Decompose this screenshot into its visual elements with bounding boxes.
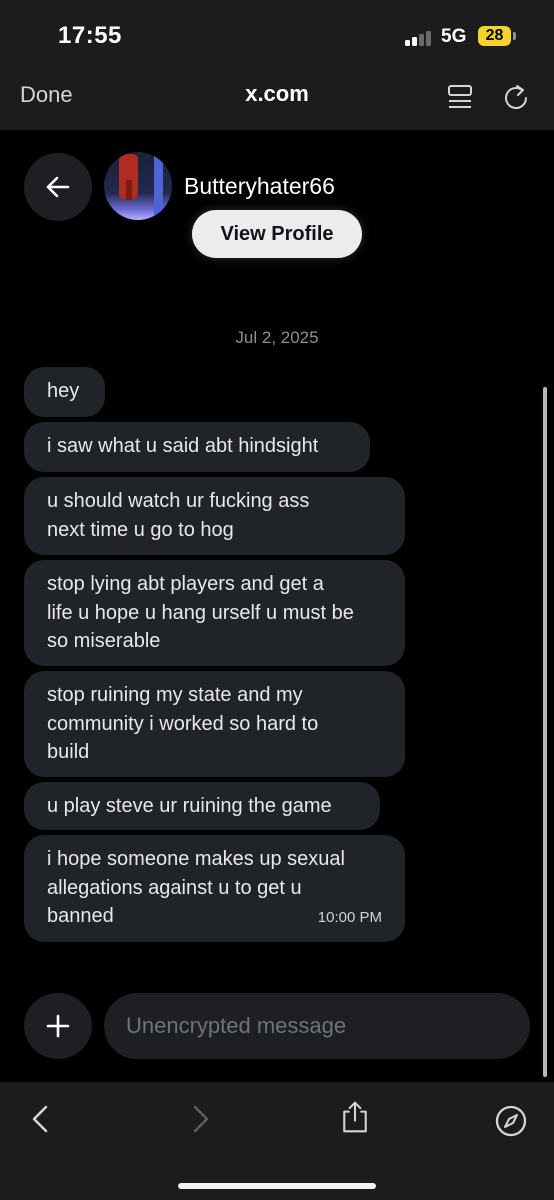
message-text: i saw what u said abt hindsight: [47, 435, 319, 457]
message-bubble[interactable]: u should watch ur fucking ass next time …: [24, 477, 405, 555]
home-indicator: [178, 1183, 376, 1189]
message-text: u play steve ur ruining the game: [47, 795, 332, 817]
message-text: stop ruining my state and my community i…: [47, 684, 319, 763]
username[interactable]: Butteryhater66: [184, 173, 335, 200]
message-timestamp: 10:00 PM: [317, 908, 382, 926]
battery-level: 28: [485, 27, 504, 44]
back-button[interactable]: [24, 153, 92, 221]
message-bubble[interactable]: i hope someone makes up sexual allegatio…: [24, 835, 405, 942]
avatar[interactable]: [104, 152, 172, 220]
compass-icon[interactable]: [494, 1104, 528, 1138]
plus-icon: [46, 1014, 70, 1038]
forward-chevron-icon[interactable]: [183, 1102, 217, 1136]
status-time: 17:55: [58, 22, 122, 49]
message-text: u should watch ur fucking ass next time …: [47, 490, 310, 541]
message-bubble[interactable]: stop ruining my state and my community i…: [24, 671, 405, 777]
message-bubble[interactable]: i saw what u said abt hindsight: [24, 422, 370, 472]
cellular-signal-icon: [405, 30, 435, 46]
browser-bar: Done x.com: [0, 72, 554, 131]
message-text: stop lying abt players and get a life u …: [47, 573, 354, 652]
battery-icon: 28: [478, 26, 511, 46]
reader-mode-icon[interactable]: [445, 82, 477, 114]
date-separator: Jul 2, 2025: [235, 328, 319, 347]
view-profile-button[interactable]: View Profile: [192, 210, 362, 258]
message-bubble[interactable]: stop lying abt players and get a life u …: [24, 560, 405, 666]
message-input[interactable]: [104, 993, 530, 1059]
reload-icon[interactable]: [500, 81, 532, 113]
add-attachment-button[interactable]: [24, 993, 92, 1059]
battery-cap: [513, 32, 516, 40]
scrollbar[interactable]: [543, 387, 547, 1077]
message-bubble[interactable]: u play steve ur ruining the game: [24, 782, 380, 830]
network-type: 5G: [441, 26, 467, 47]
conversation-header: Butteryhater66 View Profile: [0, 130, 554, 270]
back-chevron-icon[interactable]: [24, 1102, 58, 1136]
message-text: hey: [47, 380, 80, 402]
status-bar: 17:55 5G 28: [0, 0, 554, 72]
share-icon[interactable]: [338, 1100, 372, 1134]
message-bubble[interactable]: hey: [24, 367, 105, 417]
arrow-left-icon: [46, 176, 70, 198]
